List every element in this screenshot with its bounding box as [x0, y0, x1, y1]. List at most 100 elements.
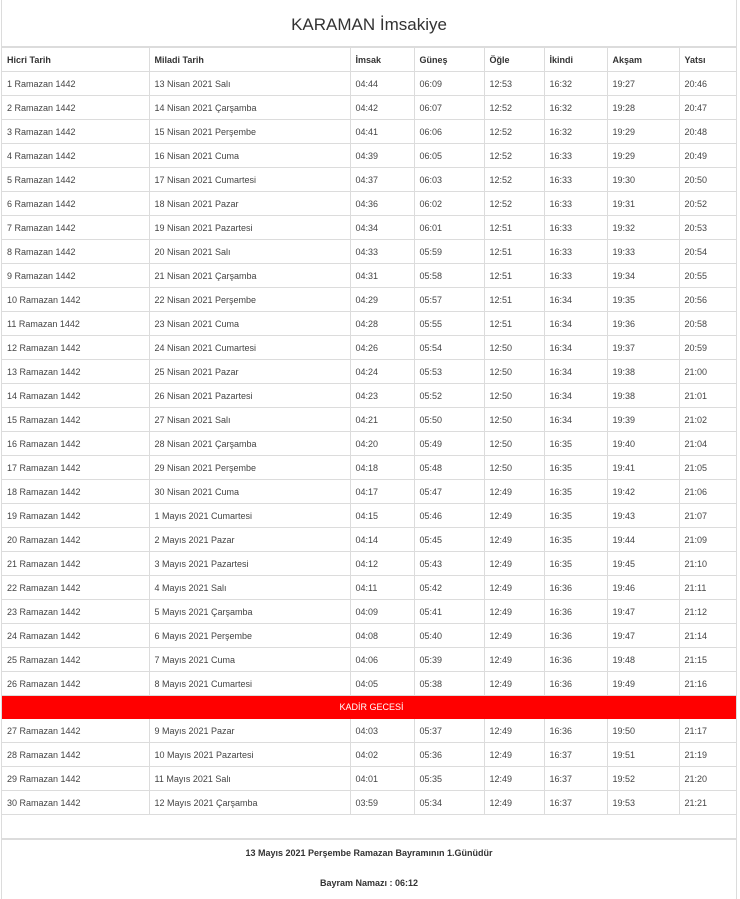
cell-ikindi: 16:33 [543, 191, 608, 216]
cell-yatsi: 20:59 [678, 335, 736, 360]
table-row: 21 Ramazan 1442 3 Mayıs 2021 Pazartesi 04:… [2, 551, 736, 576]
table-row: 20 Ramazan 1442 2 Mayıs 2021 Pazar 04:14 05… [2, 527, 736, 552]
cell-aksam: 19:48 [606, 647, 680, 672]
cell-gunes: 05:42 [413, 575, 485, 600]
cell-yatsi: 20:53 [678, 215, 736, 240]
cell-hijri-date: 4 Ramazan 1442 [2, 143, 150, 168]
cell-hijri-date: 14 Ramazan 1442 [2, 383, 150, 408]
cell-gunes: 06:09 [413, 71, 485, 96]
cell-imsak: 04:14 [349, 527, 415, 552]
cell-aksam: 19:40 [606, 431, 680, 456]
cell-hijri-date: 20 Ramazan 1442 [2, 527, 150, 552]
cell-imsak: 04:33 [349, 239, 415, 264]
cell-ikindi: 16:36 [543, 599, 608, 624]
cell-ogle: 12:52 [483, 167, 545, 192]
cell-hijri-date: 27 Ramazan 1442 [2, 718, 150, 743]
cell-gregorian-date: 28 Nisan 2021 Çarşamba [148, 431, 351, 456]
cell-ogle: 12:49 [483, 742, 545, 767]
table-row: 2 Ramazan 1442 14 Nisan 2021 Çarşamba 04:4… [2, 95, 736, 120]
cell-gregorian-date: 12 Mayıs 2021 Çarşamba [148, 790, 351, 815]
prayer-times-table: Hicri Tarih Miladi Tarih İmsak Güneş Öğle İki… [2, 47, 736, 839]
cell-imsak: 04:29 [349, 287, 415, 312]
cell-ogle: 12:50 [483, 335, 545, 360]
cell-imsak: 04:20 [349, 431, 415, 456]
cell-aksam: 19:30 [606, 167, 680, 192]
cell-aksam: 19:31 [606, 191, 680, 216]
cell-imsak: 04:39 [349, 143, 415, 168]
cell-gregorian-date: 24 Nisan 2021 Cumartesi [148, 335, 351, 360]
cell-hijri-date: 16 Ramazan 1442 [2, 431, 150, 456]
cell-gunes: 05:50 [413, 407, 485, 432]
column-header-imsak: İmsak [349, 47, 415, 72]
cell-ogle: 12:49 [483, 790, 545, 815]
cell-imsak: 04:03 [349, 718, 415, 743]
cell-yatsi: 20:50 [678, 167, 736, 192]
cell-imsak: 04:18 [349, 455, 415, 480]
cell-gunes: 05:46 [413, 503, 485, 528]
cell-hijri-date: 9 Ramazan 1442 [2, 263, 150, 288]
cell-yatsi: 21:06 [678, 479, 736, 504]
cell-gunes: 05:48 [413, 455, 485, 480]
cell-yatsi: 20:56 [678, 287, 736, 312]
cell-gunes: 05:49 [413, 431, 485, 456]
cell-gunes: 05:40 [413, 623, 485, 648]
cell-ikindi: 16:34 [543, 407, 608, 432]
cell-ogle: 12:52 [483, 143, 545, 168]
cell-hijri-date: 5 Ramazan 1442 [2, 167, 150, 192]
kadir-gecesi-row: KADİR GECESİ [2, 695, 736, 719]
cell-imsak: 04:08 [349, 623, 415, 648]
cell-imsak: 04:21 [349, 407, 415, 432]
cell-ogle: 12:49 [483, 766, 545, 791]
cell-hijri-date: 22 Ramazan 1442 [2, 575, 150, 600]
cell-gunes: 05:54 [413, 335, 485, 360]
cell-aksam: 19:46 [606, 575, 680, 600]
cell-aksam: 19:29 [606, 119, 680, 144]
cell-ogle: 12:53 [483, 71, 545, 96]
cell-gunes: 05:38 [413, 671, 485, 696]
table-row: 30 Ramazan 1442 12 Mayıs 2021 Çarşamba 03:… [2, 790, 736, 815]
cell-ogle: 12:49 [483, 671, 545, 696]
cell-yatsi: 21:04 [678, 431, 736, 456]
cell-gregorian-date: 18 Nisan 2021 Pazar [148, 191, 351, 216]
cell-ogle: 12:50 [483, 431, 545, 456]
cell-yatsi: 21:07 [678, 503, 736, 528]
cell-ogle: 12:49 [483, 718, 545, 743]
cell-gregorian-date: 22 Nisan 2021 Perşembe [148, 287, 351, 312]
cell-yatsi: 20:52 [678, 191, 736, 216]
cell-hijri-date: 11 Ramazan 1442 [2, 311, 150, 336]
cell-gunes: 05:59 [413, 239, 485, 264]
spacer-row [2, 814, 736, 839]
cell-gregorian-date: 16 Nisan 2021 Cuma [148, 143, 351, 168]
cell-hijri-date: 15 Ramazan 1442 [2, 407, 150, 432]
bayram-day-note: 13 Mayıs 2021 Perşembe Ramazan Bayramını… [245, 848, 493, 858]
cell-gunes: 05:39 [413, 647, 485, 672]
cell-gunes: 06:06 [413, 119, 485, 144]
cell-hijri-date: 29 Ramazan 1442 [2, 766, 150, 791]
table-row: 16 Ramazan 1442 28 Nisan 2021 Çarşamba 04:… [2, 431, 736, 456]
cell-hijri-date: 28 Ramazan 1442 [2, 742, 150, 767]
footer: 13 Mayıs 2021 Perşembe Ramazan Bayramını… [2, 839, 736, 898]
cell-hijri-date: 30 Ramazan 1442 [2, 790, 150, 815]
cell-hijri-date: 8 Ramazan 1442 [2, 239, 150, 264]
cell-gunes: 06:07 [413, 95, 485, 120]
cell-aksam: 19:38 [606, 383, 680, 408]
cell-gregorian-date: 14 Nisan 2021 Çarşamba [148, 95, 351, 120]
cell-gregorian-date: 25 Nisan 2021 Pazar [148, 359, 351, 384]
cell-gunes: 05:55 [413, 311, 485, 336]
table-row: 14 Ramazan 1442 26 Nisan 2021 Pazartesi 04… [2, 383, 736, 408]
cell-yatsi: 21:09 [678, 527, 736, 552]
table-row: 23 Ramazan 1442 5 Mayıs 2021 Çarşamba 04:0… [2, 599, 736, 624]
cell-aksam: 19:50 [606, 718, 680, 743]
cell-ogle: 12:51 [483, 263, 545, 288]
cell-hijri-date: 18 Ramazan 1442 [2, 479, 150, 504]
cell-gregorian-date: 23 Nisan 2021 Cuma [148, 311, 351, 336]
cell-hijri-date: 1 Ramazan 1442 [2, 71, 150, 96]
table-row: 13 Ramazan 1442 25 Nisan 2021 Pazar 04:24 0… [2, 359, 736, 384]
cell-gregorian-date: 29 Nisan 2021 Perşembe [148, 455, 351, 480]
cell-ogle: 12:51 [483, 311, 545, 336]
cell-ikindi: 16:36 [543, 647, 608, 672]
cell-ogle: 12:51 [483, 215, 545, 240]
cell-aksam: 19:44 [606, 527, 680, 552]
cell-imsak: 04:26 [349, 335, 415, 360]
cell-gunes: 05:58 [413, 263, 485, 288]
